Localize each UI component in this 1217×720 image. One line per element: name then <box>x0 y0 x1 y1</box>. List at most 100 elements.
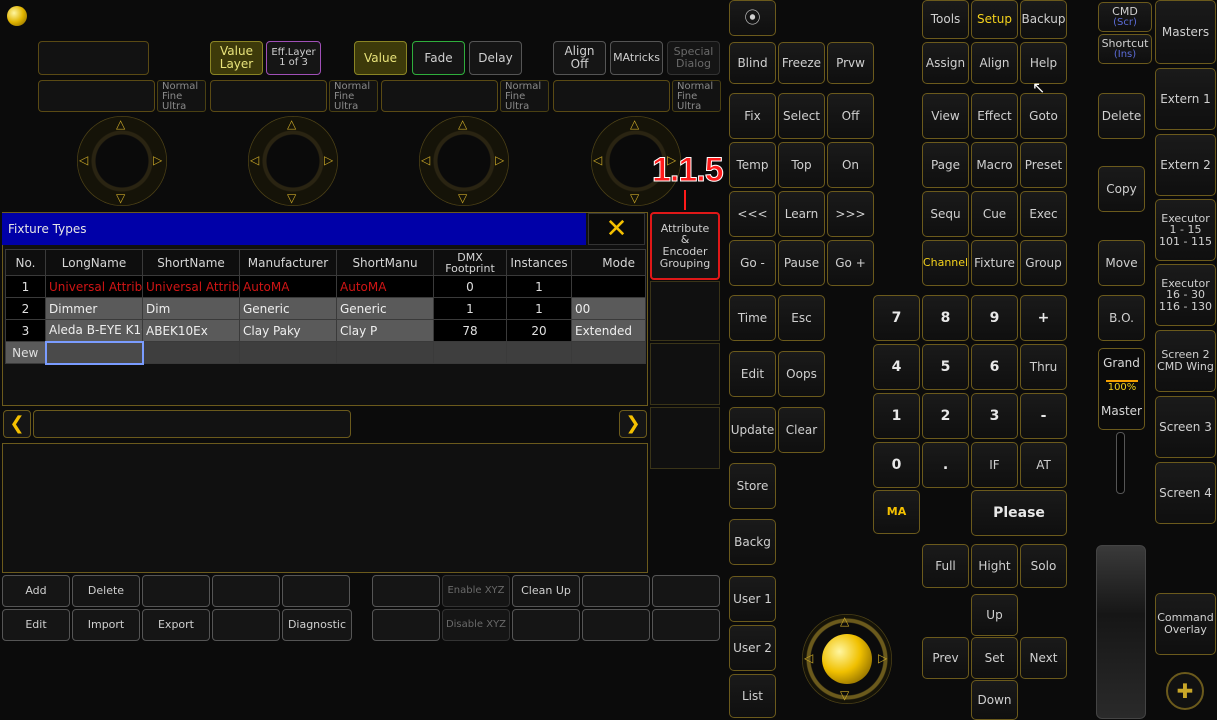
align-button[interactable]: Align Off <box>553 41 606 75</box>
select-key[interactable]: Select <box>778 93 825 139</box>
encoder-2-resolution[interactable]: Normal Fine Ultra <box>329 80 378 112</box>
move-handle-icon[interactable]: ✚ <box>1166 672 1204 710</box>
cell-longname[interactable]: Aleda B-EYE K10 <box>45 319 143 342</box>
key-dot[interactable]: . <box>922 442 969 488</box>
esc-key[interactable]: Esc <box>778 295 825 341</box>
pause-key[interactable]: Pause <box>778 240 825 286</box>
masters-key[interactable]: Masters <box>1155 0 1216 64</box>
backg-key[interactable]: Backg <box>729 519 776 565</box>
table-row[interactable]: 2 Dimmer Dim Generic Generic 1 1 00 <box>5 297 646 320</box>
col-header-shortname[interactable]: ShortName <box>142 249 240 276</box>
table-row-new[interactable]: New <box>5 340 646 365</box>
table-row[interactable]: 1 Universal Attribute Universal Attribut… <box>5 275 646 298</box>
cell-shortname[interactable]: Dim <box>142 297 240 320</box>
down-key[interactable]: Down <box>971 680 1018 720</box>
command-overlay-key[interactable]: Command Overlay <box>1155 593 1216 655</box>
empty-button[interactable] <box>212 575 280 607</box>
cell-mode[interactable] <box>571 275 646 298</box>
temp-key[interactable]: Temp <box>729 142 776 188</box>
step-forward-key[interactable]: >>> <box>827 191 874 237</box>
list-key[interactable]: List <box>729 674 776 718</box>
encoder-2-knob[interactable]: △ ▽ ◁ ▷ <box>248 116 338 206</box>
screen4-key[interactable]: Screen 4 <box>1155 462 1216 524</box>
edit-button[interactable]: Edit <box>2 609 70 641</box>
shortcut-key[interactable]: Shortcut (Ins) <box>1098 34 1152 64</box>
cell-manufacturer[interactable]: Clay Paky <box>239 319 337 342</box>
cell-dmx[interactable]: 0 <box>433 275 507 298</box>
user2-key[interactable]: User 2 <box>729 625 776 671</box>
up-key[interactable]: Up <box>971 594 1018 636</box>
fade-button[interactable]: Fade <box>412 41 465 75</box>
cell-longname[interactable]: Dimmer <box>45 297 143 320</box>
at-key[interactable]: AT <box>1020 442 1067 488</box>
on-key[interactable]: On <box>827 142 874 188</box>
cell-mode[interactable]: Extended <box>571 319 646 342</box>
prev-key[interactable]: Prev <box>922 637 969 679</box>
ma-key[interactable]: MA <box>873 490 920 534</box>
cell-shortname[interactable]: ABEK10Ex <box>142 319 240 342</box>
col-header-instances[interactable]: Instances <box>506 249 572 276</box>
set-key[interactable]: Set <box>971 637 1018 679</box>
table-row[interactable]: 3 Aleda B-EYE K10 ABEK10Ex Clay Paky Cla… <box>5 319 646 342</box>
clean-up-button[interactable]: Clean Up <box>512 575 580 607</box>
empty-button[interactable] <box>372 575 440 607</box>
col-header-dmx-footprint[interactable]: DMX Footprint <box>433 249 507 276</box>
key-5[interactable]: 5 <box>922 344 969 390</box>
setup-key[interactable]: Setup <box>971 0 1018 39</box>
import-button[interactable]: Import <box>72 609 140 641</box>
screen2-key[interactable]: Screen 2 CMD Wing <box>1155 330 1216 392</box>
delete-key[interactable]: Delete <box>1098 93 1145 139</box>
learn-key[interactable]: Learn <box>778 191 825 237</box>
empty-button[interactable] <box>512 609 580 641</box>
effect-key[interactable]: Effect <box>971 93 1018 139</box>
empty-button[interactable] <box>652 575 720 607</box>
assign-key[interactable]: Assign <box>922 42 969 84</box>
side-tab-empty-2[interactable] <box>650 343 720 405</box>
update-key[interactable]: Update <box>729 407 776 453</box>
cell-dmx[interactable]: 78 <box>433 319 507 342</box>
diagnostic-button[interactable]: Diagnostic <box>282 609 352 641</box>
encoder-3-resolution[interactable]: Normal Fine Ultra <box>500 80 549 112</box>
cell-shortmanu[interactable]: Clay P <box>336 319 434 342</box>
full-key[interactable]: Full <box>922 544 969 588</box>
key-6[interactable]: 6 <box>971 344 1018 390</box>
store-key[interactable]: Store <box>729 463 776 509</box>
empty-button[interactable] <box>282 575 350 607</box>
encoder-4-resolution[interactable]: Normal Fine Ultra <box>672 80 721 112</box>
master-fader[interactable] <box>1096 545 1146 719</box>
cell-manufacturer[interactable]: AutoMA <box>239 275 337 298</box>
solo-key[interactable]: Solo <box>1020 544 1067 588</box>
key-minus[interactable]: - <box>1020 393 1067 439</box>
key-0[interactable]: 0 <box>873 442 920 488</box>
go-minus-key[interactable]: Go - <box>729 240 776 286</box>
copy-key[interactable]: Copy <box>1098 166 1145 212</box>
side-tab-empty-1[interactable] <box>650 281 720 341</box>
cell-no[interactable]: 1 <box>5 275 46 298</box>
encoder-3-knob[interactable]: △ ▽ ◁ ▷ <box>419 116 509 206</box>
oops-key[interactable]: Oops <box>778 351 825 397</box>
col-header-manufacturer[interactable]: Manufacturer <box>239 249 337 276</box>
cell-shortname[interactable]: Universal Attribute <box>142 275 240 298</box>
delete-button[interactable]: Delete <box>72 575 140 607</box>
step-back-key[interactable]: <<< <box>729 191 776 237</box>
cmd-key[interactable]: CMD (Scr) <box>1098 2 1152 32</box>
clear-key[interactable]: Clear <box>778 407 825 453</box>
empty-button[interactable] <box>582 609 650 641</box>
macro-key[interactable]: Macro <box>971 142 1018 188</box>
cell-mode[interactable]: 00 <box>571 297 646 320</box>
empty-button[interactable] <box>212 609 280 641</box>
extern1-key[interactable]: Extern 1 <box>1155 68 1216 130</box>
encoder-1-resolution[interactable]: Normal Fine Ultra <box>157 80 206 112</box>
key-7[interactable]: 7 <box>873 295 920 341</box>
off-key[interactable]: Off <box>827 93 874 139</box>
cell-instances[interactable]: 1 <box>506 275 572 298</box>
channel-key[interactable]: Channel <box>922 240 969 286</box>
key-9[interactable]: 9 <box>971 295 1018 341</box>
key-4[interactable]: 4 <box>873 344 920 390</box>
key-plus[interactable]: + <box>1020 295 1067 341</box>
cell-instances[interactable]: 20 <box>506 319 572 342</box>
exec-key[interactable]: Exec <box>1020 191 1067 237</box>
encoder-1-knob[interactable]: △ ▽ ◁ ▷ <box>77 116 167 206</box>
cell-instances[interactable]: 1 <box>506 297 572 320</box>
scroll-left-button[interactable]: ❮ <box>3 410 31 438</box>
